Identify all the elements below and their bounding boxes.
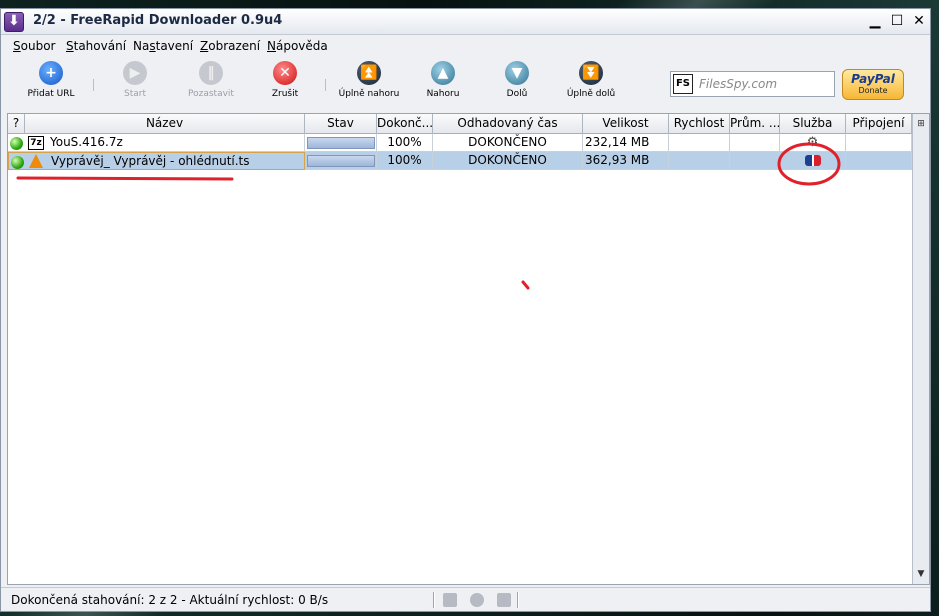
red-circle-annotation	[777, 142, 841, 186]
red-underline-annotation	[16, 176, 234, 181]
red-mark-annotation	[521, 280, 530, 290]
annotation-overlay	[16, 142, 841, 290]
